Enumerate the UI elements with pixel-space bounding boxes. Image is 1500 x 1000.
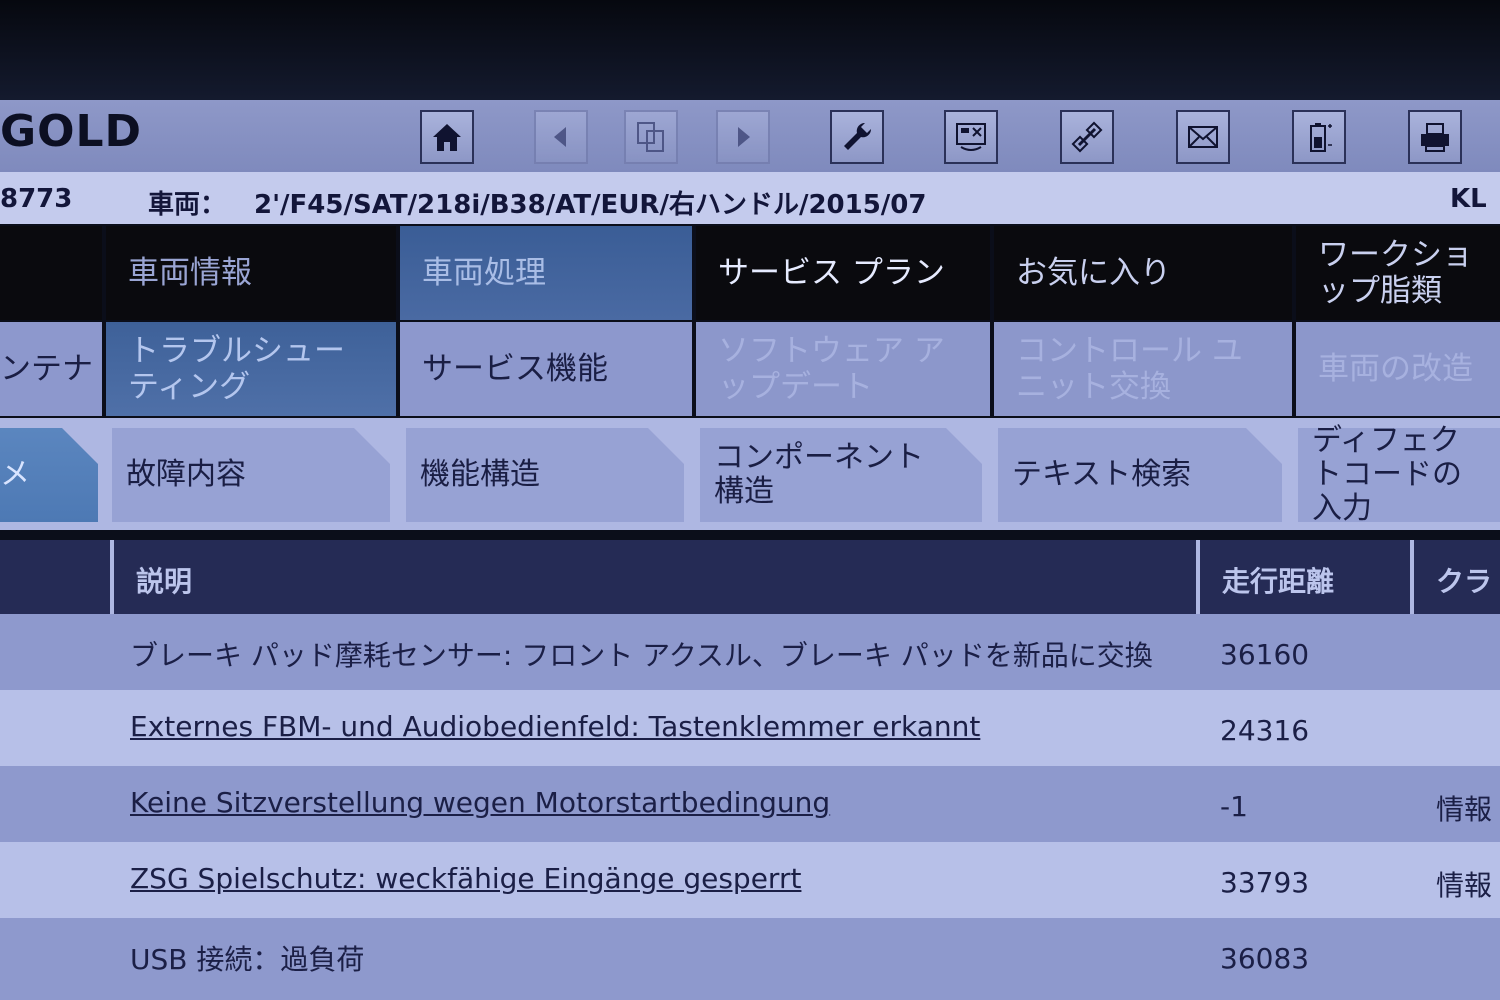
- service-button[interactable]: [830, 110, 884, 164]
- monitor-bezel: [0, 0, 1500, 100]
- connection-icon: [1071, 121, 1103, 153]
- tab-label: テキスト検索: [1012, 457, 1192, 492]
- tab-label: トラブルシューティング: [128, 333, 345, 405]
- ftab-component-structure[interactable]: コンポーネント構造: [700, 428, 982, 522]
- connection-button[interactable]: [1060, 110, 1114, 164]
- tab-service-plan[interactable]: サービス プラン: [696, 226, 990, 320]
- tab-label: コンポーネント構造: [714, 440, 924, 509]
- home-button[interactable]: [420, 110, 474, 164]
- table-row[interactable]: ブレーキ パッド摩耗センサー: フロント アクスル、ブレーキ パッドを新品に交換…: [0, 614, 1500, 690]
- subtab-software-update[interactable]: ソフトウェア アップデート: [696, 322, 990, 416]
- print-button[interactable]: [1408, 110, 1462, 164]
- tab-label: 機能構造: [420, 457, 540, 492]
- header-label: 説明: [136, 565, 193, 598]
- vehicle-value: 2'/F45/SAT/218i/B38/AT/EUR/右ハンドル/2015/07: [254, 190, 927, 220]
- tab-label: サービス プラン: [718, 255, 945, 291]
- header-label: 走行距離: [1222, 565, 1335, 598]
- ftab-fault-content[interactable]: 故障内容: [112, 428, 390, 522]
- back-button[interactable]: [534, 110, 588, 164]
- battery-icon: [1310, 123, 1332, 152]
- row-description-link[interactable]: Externes FBM- und Audiobedienfeld: Taste…: [130, 710, 980, 743]
- tab-label: 車両情報: [128, 255, 252, 291]
- vehicle-test-button[interactable]: [944, 110, 998, 164]
- home-icon: [433, 124, 461, 151]
- tab-label: 車両処理: [422, 255, 546, 291]
- forward-button[interactable]: [716, 110, 770, 164]
- row-class: 情報: [1436, 793, 1493, 826]
- ftab-text-search[interactable]: テキスト検索: [998, 428, 1282, 522]
- row-mileage: 36160: [1220, 638, 1310, 671]
- row-description: ブレーキ パッド摩耗センサー: フロント アクスル、ブレーキ パッドを新品に交換: [130, 639, 1153, 672]
- table-row[interactable]: Keine Sitzverstellung wegen Motorstartbe…: [0, 766, 1500, 842]
- row-description-link[interactable]: Keine Sitzverstellung wegen Motorstartbe…: [130, 786, 830, 819]
- main-tab-0[interactable]: [0, 226, 102, 320]
- tab-label: 故障内容: [126, 457, 246, 492]
- row-mileage: 36083: [1220, 942, 1310, 975]
- tab-vehicle-info[interactable]: 車両情報: [106, 226, 396, 320]
- row-description-link[interactable]: ZSG Spielschutz: weckfähige Eingänge ges…: [130, 862, 801, 895]
- tab-workshop[interactable]: ワークショップ脂類: [1296, 226, 1500, 320]
- tab-label: メ: [0, 457, 30, 492]
- battery-button[interactable]: [1292, 110, 1346, 164]
- tab-vehicle-processing[interactable]: 車両処理: [400, 226, 692, 320]
- subtab-maintenance[interactable]: ンテナ: [0, 322, 102, 416]
- ftab-defect-code-entry[interactable]: ディフェクトコードの入力: [1298, 424, 1500, 526]
- row-description: USB 接続：過負荷: [130, 943, 365, 976]
- table-row[interactable]: ZSG Spielschutz: weckfähige Eingänge ges…: [0, 842, 1500, 918]
- tab-label: お気に入り: [1016, 255, 1171, 291]
- printer-icon: [1421, 123, 1449, 152]
- kl-label: KL: [1450, 184, 1487, 214]
- documents-icon: [637, 122, 664, 152]
- tab-favorites[interactable]: お気に入り: [994, 226, 1292, 320]
- arrow-right-icon: [738, 127, 750, 147]
- diagnosis-screen: GOLD 8773 車両： 2'/F45/SAT/218i/B38/AT/EUR…: [0, 0, 1500, 1000]
- tab-label: サービス機能: [422, 351, 608, 387]
- table-header-select: [0, 540, 110, 614]
- row-mileage: 24316: [1220, 714, 1310, 747]
- tab-label: ソフトウェア アップデート: [718, 333, 945, 405]
- row-mileage: 33793: [1220, 866, 1310, 899]
- vehicle-test-icon: [956, 123, 986, 151]
- subtab-vehicle-modification[interactable]: 車両の改造: [1296, 322, 1500, 416]
- vehicle-label: 車両：: [148, 190, 227, 220]
- table-header-description[interactable]: 説明: [114, 540, 1196, 614]
- table-header-mileage[interactable]: 走行距離: [1200, 540, 1410, 614]
- ftab-function-structure[interactable]: 機能構造: [406, 428, 684, 522]
- vehicle-info-bar: 8773 車両： 2'/F45/SAT/218i/B38/AT/EUR/右ハンド…: [0, 172, 1500, 224]
- app-title: GOLD: [0, 106, 143, 157]
- tab-label: ワークショップ脂類: [1318, 237, 1473, 309]
- header-label: クラ: [1436, 565, 1493, 598]
- messages-button[interactable]: [1176, 110, 1230, 164]
- arrow-left-icon: [554, 127, 566, 147]
- row-class: 情報: [1436, 869, 1493, 902]
- subtab-control-unit-replace[interactable]: コントロール ユニット交換: [994, 322, 1292, 416]
- row-mileage: -1: [1220, 790, 1248, 823]
- tab-label: 車両の改造: [1318, 351, 1473, 387]
- subtab-troubleshooting[interactable]: トラブルシューティング: [106, 322, 396, 416]
- wrench-icon: [844, 122, 872, 150]
- tab-label: ディフェクトコードの入力: [1312, 423, 1462, 526]
- table-row[interactable]: USB 接続：過負荷 36083: [0, 918, 1500, 1000]
- subtab-service-functions[interactable]: サービス機能: [400, 322, 692, 416]
- mail-icon: [1188, 126, 1218, 148]
- table-row[interactable]: Externes FBM- und Audiobedienfeld: Taste…: [0, 690, 1500, 766]
- tab-label: ンテナ: [0, 351, 93, 387]
- documents-button[interactable]: [624, 110, 678, 164]
- order-number: 8773: [0, 184, 73, 214]
- tab-label: コントロール ユニット交換: [1016, 333, 1243, 405]
- table-header-class[interactable]: クラ: [1414, 540, 1500, 614]
